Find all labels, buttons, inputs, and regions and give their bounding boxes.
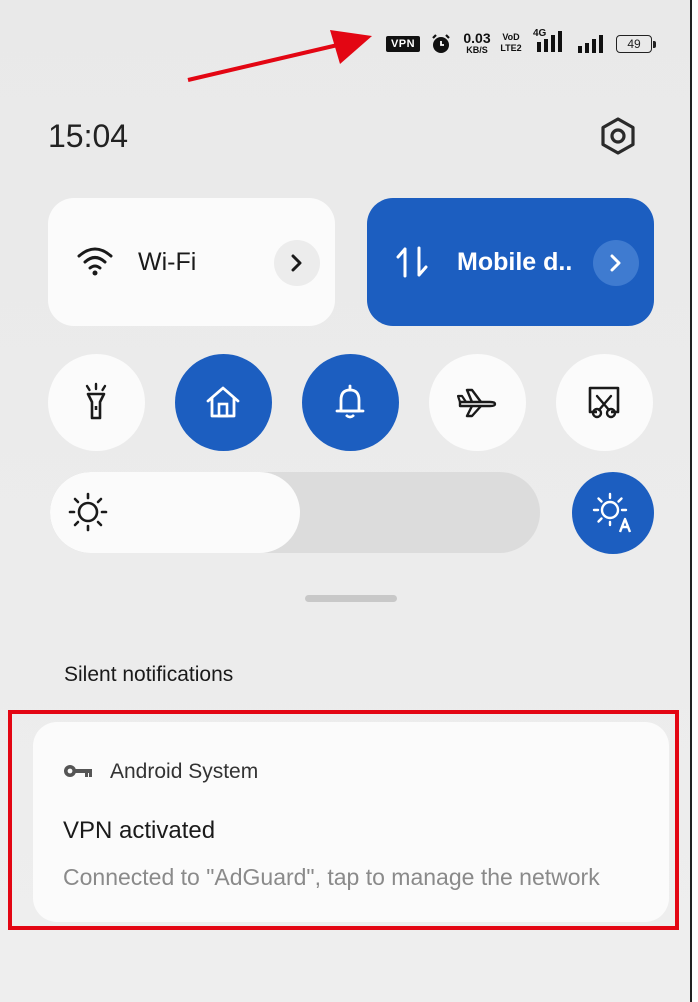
bell-icon: [335, 384, 365, 419]
battery-indicator: 49: [616, 35, 656, 53]
wifi-expand-button[interactable]: [274, 240, 320, 286]
airplane-mode-toggle[interactable]: [429, 354, 526, 451]
drag-handle[interactable]: [305, 595, 397, 602]
flashlight-toggle[interactable]: [48, 354, 145, 451]
data-transfer-icon: [396, 246, 428, 278]
wifi-tile[interactable]: Wi-Fi: [48, 198, 335, 326]
signal-icon: [578, 35, 603, 53]
wifi-icon: [77, 247, 113, 276]
section-title: Silent notifications: [64, 663, 234, 686]
auto-brightness-toggle[interactable]: [572, 472, 654, 554]
network-speed: 0.03 KB/S: [463, 30, 491, 55]
settings-icon[interactable]: [598, 116, 638, 156]
volte-indicator: VoD LTE2: [500, 32, 522, 53]
flashlight-icon: [85, 382, 107, 420]
mobile-data-tile[interactable]: Mobile d..: [367, 198, 654, 326]
mobile-data-expand-button[interactable]: [593, 240, 639, 286]
brightness-slider[interactable]: [50, 472, 540, 553]
sun-icon: [68, 492, 108, 532]
notification-shade: VPN 0.03 KB/S VoD LTE2 4G 49 15:04 Wi-Fi…: [0, 0, 692, 1002]
notification-app-name: Android System: [110, 760, 259, 783]
auto-brightness-icon: [592, 492, 632, 533]
brightness-level: [50, 472, 300, 553]
vpn-badge: VPN: [386, 36, 420, 52]
signal-icon: 4G: [533, 28, 567, 61]
scissors-icon: [588, 386, 620, 419]
key-icon: [64, 765, 92, 777]
home-icon: [206, 386, 240, 418]
home-toggle[interactable]: [175, 354, 272, 451]
notification-title: VPN activated: [63, 817, 216, 844]
notification-text: Connected to "AdGuard", tap to manage th…: [63, 864, 600, 890]
chevron-right-icon: [291, 254, 302, 272]
notification-card[interactable]: Android System VPN activated Connected t…: [33, 722, 669, 922]
alarm-icon: [432, 34, 450, 53]
clock-time: 15:04: [48, 118, 129, 154]
network-type: 4G: [533, 28, 547, 39]
status-bar: VPN 0.03 KB/S VoD LTE2 4G 49: [380, 28, 670, 62]
chevron-right-icon: [610, 254, 621, 272]
annotation-arrow: [187, 30, 372, 82]
wifi-label: Wi-Fi: [138, 248, 197, 276]
sound-toggle[interactable]: [302, 354, 399, 451]
airplane-icon: [457, 388, 497, 418]
mobile-data-label: Mobile d..: [457, 248, 573, 276]
screenshot-toggle[interactable]: [556, 354, 653, 451]
